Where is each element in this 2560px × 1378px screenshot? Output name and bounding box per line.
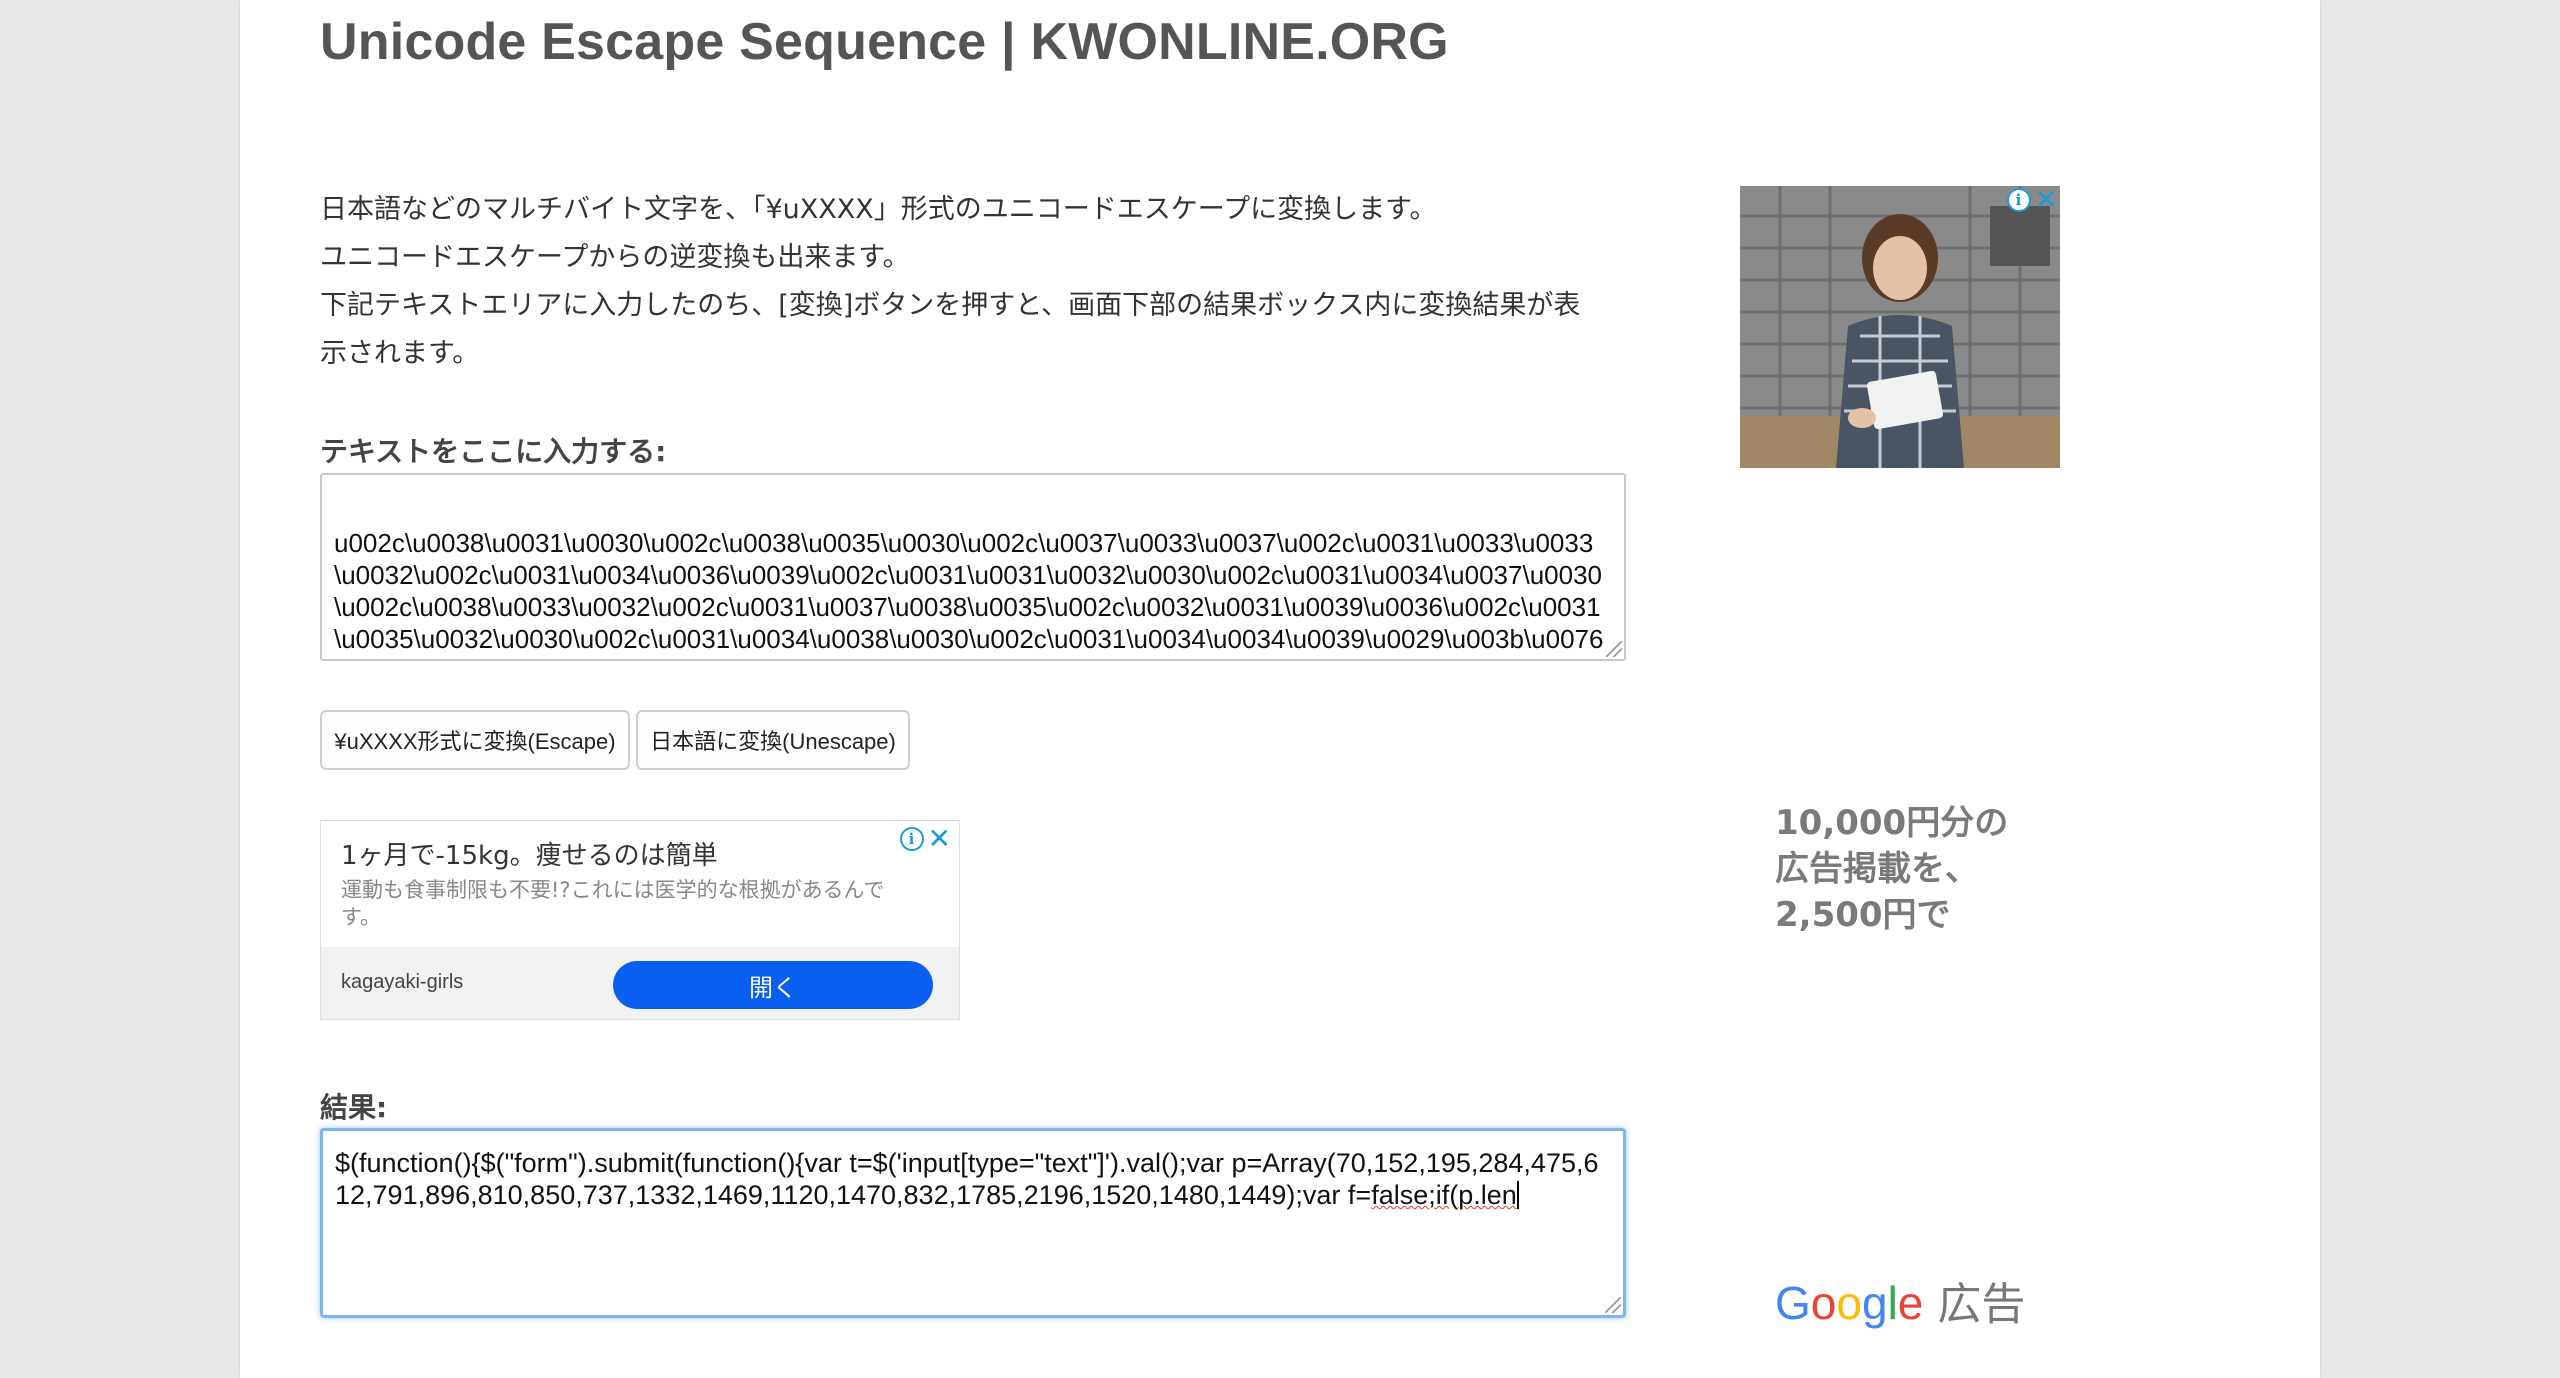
- input-textarea-text: u002c\u0038\u0031\u0030\u002c\u0038\u003…: [334, 528, 1605, 659]
- result-text: (: [1449, 1180, 1459, 1210]
- logo-letter: e: [1897, 1277, 1924, 1329]
- native-ad-card[interactable]: 1ヶ月で-15kg。痩せるのは簡単 i ✕ 運動も食事制限も不要!?これには医学…: [320, 820, 960, 1020]
- logo-letter: o: [1836, 1277, 1862, 1329]
- ad-headline[interactable]: 1ヶ月で-15kg。痩せるのは簡単: [341, 835, 718, 872]
- logo-letter: l: [1887, 1277, 1898, 1329]
- logo-letter: G: [1775, 1277, 1811, 1329]
- spelling-error-mark: false;if: [1371, 1180, 1450, 1210]
- logo-letter: g: [1861, 1277, 1888, 1329]
- logo-letter: o: [1810, 1277, 1837, 1329]
- description: 日本語などのマルチバイト文字を、「¥uXXXX」形式のユニコードエスケープに変換…: [320, 186, 1590, 378]
- page-container: Unicode Escape Sequence | KWONLINE.ORG 日…: [240, 0, 2320, 1378]
- resize-handle-icon[interactable]: [1606, 641, 1622, 657]
- description-line: 下記テキストエリアに入力したのち、[変換]ボタンを押すと、画面下部の結果ボックス…: [320, 290, 1581, 369]
- promo-line: 2,500円で: [1775, 895, 1951, 935]
- escape-button[interactable]: ¥uXXXX形式に変換(Escape): [320, 710, 630, 770]
- description-line: 日本語などのマルチバイト文字を、「¥uXXXX」形式のユニコードエスケープに変換…: [320, 194, 1437, 225]
- ad-close-icon[interactable]: ✕: [2035, 186, 2058, 214]
- ad-open-button[interactable]: 開く: [613, 961, 933, 1009]
- text-caret: [1516, 1181, 1519, 1209]
- spelling-error-mark: p.len: [1458, 1180, 1517, 1210]
- promo-line: 広告掲載を、: [1775, 849, 1979, 889]
- side-ad-choices[interactable]: i ✕: [2006, 186, 2058, 214]
- google-wordmark: Google: [1775, 1276, 1923, 1330]
- ad-source: kagayaki-girls: [341, 971, 464, 993]
- google-ads-suffix: 広告: [1937, 1280, 2026, 1329]
- ad-close-icon[interactable]: ✕: [928, 825, 951, 853]
- ad-footer: kagayaki-girls 開く: [321, 947, 959, 1019]
- adchoices-info-icon[interactable]: i: [2006, 188, 2031, 212]
- google-ads-logo[interactable]: Google 広告: [1775, 1268, 2025, 1332]
- result-label: 結果:: [320, 1091, 388, 1124]
- ad-choices[interactable]: i ✕: [899, 825, 951, 853]
- description-line: ユニコードエスケープからの逆変換も出来ます。: [320, 242, 910, 273]
- page-title: Unicode Escape Sequence | KWONLINE.ORG: [320, 13, 1449, 71]
- adchoices-info-icon[interactable]: i: [899, 827, 924, 851]
- ad-body: 運動も食事制限も不要!?これには医学的な根拠があるんです。: [341, 878, 885, 929]
- resize-handle-icon[interactable]: [1605, 1297, 1621, 1313]
- promo-line: 10,000円分の: [1775, 803, 2009, 843]
- input-label: テキストをここに入力する:: [320, 435, 667, 468]
- result-textarea[interactable]: $(function(){$("form").submit(function()…: [320, 1128, 1626, 1318]
- side-ad-image[interactable]: i ✕: [1740, 186, 2060, 468]
- side-ad-promo[interactable]: 10,000円分の 広告掲載を、 2,500円で: [1775, 800, 2008, 938]
- unescape-button[interactable]: 日本語に変換(Unescape): [636, 710, 910, 770]
- input-textarea[interactable]: u002c\u0038\u0031\u0030\u002c\u0038\u003…: [320, 473, 1626, 661]
- ad-photo-woman-with-tablet: [1740, 186, 2060, 468]
